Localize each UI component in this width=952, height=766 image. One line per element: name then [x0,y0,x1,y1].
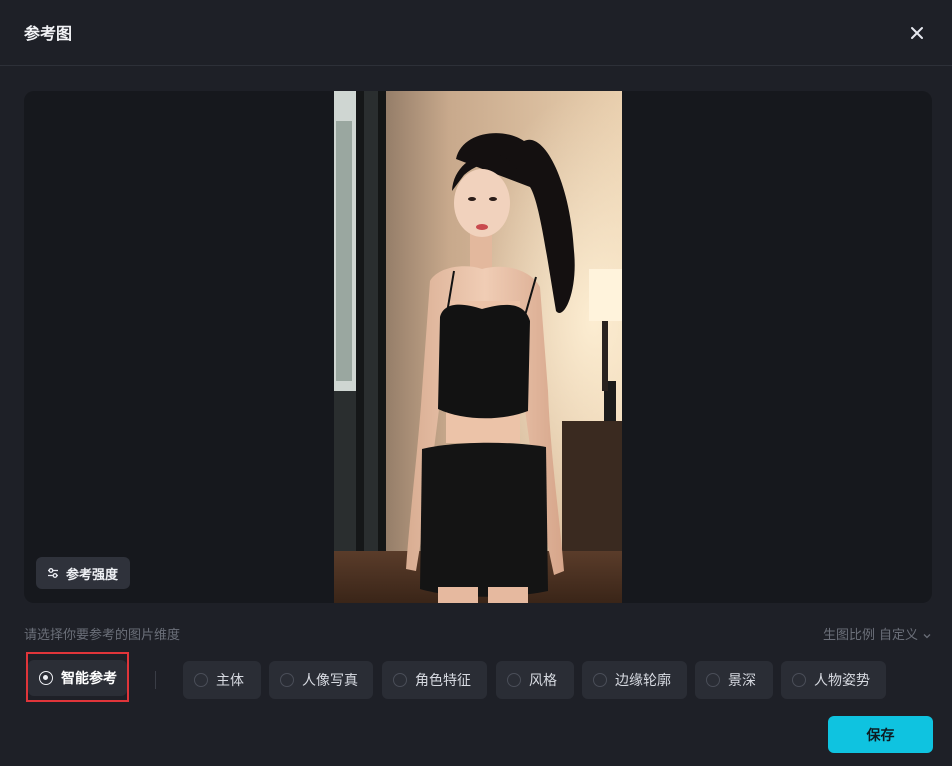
dimension-prompt-row: 请选择你要参考的图片维度 生图比例 自定义 [24,626,932,646]
option-divider [155,671,156,689]
reference-image-modal: 参考图 参考强度 请选择你要参考的图片维度 生图比例 自定义 智能参考 主体 人… [0,0,952,766]
reference-photo [334,91,622,603]
option-portrait[interactable]: 人像写真 [269,661,373,699]
option-label: 人像写真 [302,673,358,689]
option-label: 风格 [529,673,557,689]
chevron-down-icon [923,634,931,639]
close-button[interactable] [906,22,928,44]
radio-icon [706,673,720,687]
close-icon [911,27,923,39]
option-style[interactable]: 风格 [496,661,574,699]
dimension-options: 智能参考 主体 人像写真 角色特征 风格 边缘轮廓 景深 人物姿势 [24,652,932,704]
option-edge-contour[interactable]: 边缘轮廓 [582,661,687,699]
reference-strength-button[interactable]: 参考强度 [36,557,131,589]
radio-icon [507,673,521,687]
sliders-icon [48,568,58,578]
dimension-prompt: 请选择你要参考的图片维度 [24,628,181,643]
reference-strength-label: 参考强度 [66,567,119,583]
option-label: 角色特征 [415,673,471,689]
option-smart-reference[interactable]: 智能参考 [28,660,127,696]
option-label: 主体 [216,673,244,689]
image-preview: 参考强度 [24,91,932,603]
aspect-ratio-label: 生图比例 [822,628,875,643]
option-label: 边缘轮廓 [615,673,671,689]
option-label: 景深 [728,673,756,689]
option-subject[interactable]: 主体 [183,661,261,699]
option-pose[interactable]: 人物姿势 [781,661,886,699]
option-depth-of-field[interactable]: 景深 [695,661,773,699]
option-label: 人物姿势 [814,673,870,689]
modal-header: 参考图 [0,0,952,66]
radio-icon [393,673,407,687]
radio-icon [194,673,208,687]
radio-icon [280,673,294,687]
save-button[interactable]: 保存 [828,716,933,753]
modal-title: 参考图 [24,24,73,43]
option-label: 智能参考 [61,671,117,687]
aspect-ratio-value: 自定义 [878,628,918,643]
radio-icon [593,673,607,687]
aspect-ratio-selector[interactable]: 生图比例 自定义 [823,626,932,646]
radio-checked-icon [39,671,53,685]
option-character-features[interactable]: 角色特征 [382,661,487,699]
radio-icon [792,673,806,687]
